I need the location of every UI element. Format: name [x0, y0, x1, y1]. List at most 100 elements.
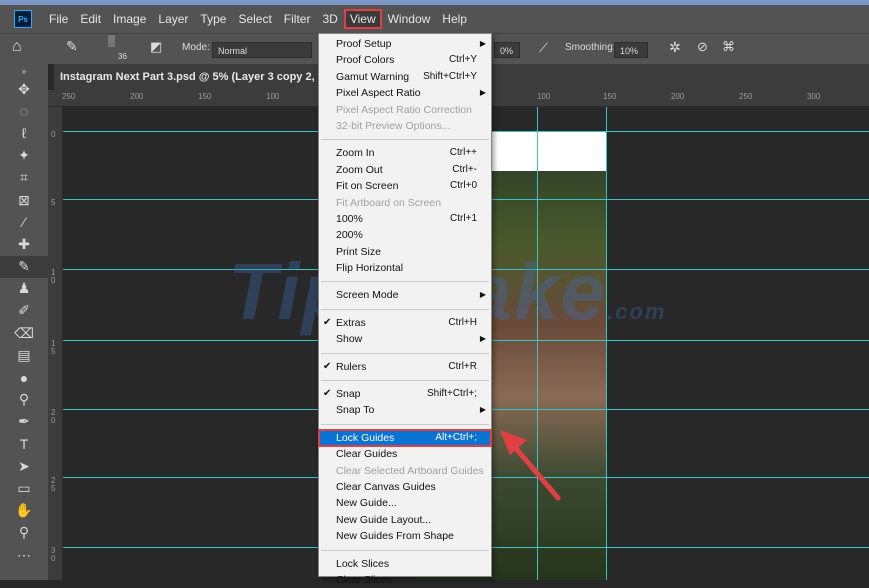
eyedropper-tool-icon[interactable]: ⁄: [0, 211, 48, 233]
pressure-opacity-icon[interactable]: ⟋: [539, 40, 548, 56]
menu-item-flip-horizontal[interactable]: Flip Horizontal: [319, 260, 491, 276]
menu-item-label: Clear Guides: [336, 448, 398, 461]
brush-preset-icon[interactable]: ▒: [108, 36, 115, 47]
submenu-arrow-icon: ▶: [479, 334, 486, 344]
menu-item-proof-setup[interactable]: Proof Setup ▶: [319, 36, 491, 52]
menu-filter[interactable]: Filter: [279, 10, 316, 28]
smoothing-label: Smoothing:: [565, 42, 616, 53]
crop-tool-icon[interactable]: ⌗: [0, 167, 48, 189]
menu-item-zoom-in[interactable]: Zoom In Ctrl++: [319, 145, 491, 161]
view-menu-dropdown: Proof Setup ▶ Proof Colors Ctrl+Y Gamut Warn…: [318, 33, 492, 586]
home-icon[interactable]: ⌂: [12, 38, 22, 56]
gear-icon[interactable]: ✲: [669, 39, 681, 56]
menu-item-rulers[interactable]: ✔ Rulers Ctrl+R: [319, 359, 491, 375]
ruler-tick-label: 200: [130, 92, 144, 101]
menu-file[interactable]: File: [44, 10, 73, 28]
menu-item-label: 200%: [336, 229, 363, 242]
menu-item-proof-colors[interactable]: Proof Colors Ctrl+Y: [319, 52, 491, 68]
mode-select[interactable]: Normal: [212, 42, 312, 58]
pen-tool-icon[interactable]: ✒: [0, 411, 48, 433]
collapse-panel-icon[interactable]: »: [0, 64, 48, 78]
path-selection-tool-icon[interactable]: ➤: [0, 455, 48, 477]
menu-separator: [321, 308, 489, 310]
rectangle-tool-icon[interactable]: ▭: [0, 477, 48, 499]
menu-3d[interactable]: 3D: [317, 10, 342, 28]
blur-tool-icon[interactable]: ●: [0, 366, 48, 388]
menu-items: File Edit Image Layer Type Select Filter 3D View…: [44, 9, 474, 29]
history-brush-tool-icon[interactable]: ✐: [0, 300, 48, 322]
menu-item-lock-slices[interactable]: Lock Slices: [319, 556, 491, 572]
airbrush-icon[interactable]: ⊘: [697, 39, 708, 55]
menu-item-new-guide[interactable]: New Guide...: [319, 495, 491, 511]
frame-tool-icon[interactable]: ⊠: [0, 189, 48, 211]
opacity-input[interactable]: 0%: [494, 42, 520, 58]
menu-view[interactable]: View: [343, 9, 382, 29]
vertical-guide[interactable]: [537, 107, 538, 580]
menu-item-label: Snap To: [336, 404, 375, 417]
menu-item-new-guide-layout[interactable]: New Guide Layout...: [319, 512, 491, 528]
menu-item-screen-mode[interactable]: Screen Mode ▶: [319, 287, 491, 303]
zoom-tool-icon[interactable]: ⚲: [0, 522, 48, 544]
symmetry-icon[interactable]: ⌘: [722, 39, 735, 55]
menu-item-100[interactable]: 100% Ctrl+1: [319, 211, 491, 227]
menu-select[interactable]: Select: [233, 10, 276, 28]
menu-image[interactable]: Image: [108, 10, 151, 28]
menu-item-label: Clear Canvas Guides: [336, 480, 436, 493]
ruler-tick-label: 5: [51, 198, 56, 207]
lasso-tool-icon[interactable]: ℓ: [0, 122, 48, 144]
menu-item-gamut-warning[interactable]: Gamut Warning Shift+Ctrl+Y: [319, 69, 491, 85]
submenu-arrow-icon: ▶: [479, 405, 486, 415]
white-layer: [476, 131, 606, 171]
submenu-arrow-icon: ▶: [479, 39, 486, 48]
hand-tool-icon[interactable]: ✋: [0, 500, 48, 522]
stamp-tool-icon[interactable]: ♟: [0, 278, 48, 300]
menu-edit[interactable]: Edit: [75, 10, 106, 28]
brush-tool-icon[interactable]: ✎: [66, 38, 78, 55]
brush-settings-icon[interactable]: ◩: [150, 39, 162, 55]
menu-item-label: Screen Mode: [336, 289, 399, 302]
gradient-tool-icon[interactable]: ▤: [0, 344, 48, 366]
menu-item-pixel-aspect-ratio[interactable]: Pixel Aspect Ratio ▶: [319, 85, 491, 101]
dodge-tool-icon[interactable]: ⚲: [0, 389, 48, 411]
menu-item-fit-artboard-on-screen: Fit Artboard on Screen: [319, 195, 491, 211]
ruler-tick-label: 3 0: [51, 546, 56, 563]
menu-item-clear-canvas-guides[interactable]: Clear Canvas Guides: [319, 479, 491, 495]
menu-item-shortcut: Ctrl+Y: [448, 54, 477, 66]
menu-layer[interactable]: Layer: [153, 10, 193, 28]
menu-item-fit-on-screen[interactable]: Fit on Screen Ctrl+0: [319, 178, 491, 194]
menu-item-zoom-out[interactable]: Zoom Out Ctrl+-: [319, 162, 491, 178]
marquee-tool-icon[interactable]: ◌: [0, 100, 48, 122]
type-tool-icon[interactable]: T: [0, 433, 48, 455]
menu-item-snap-to[interactable]: Snap To ▶: [319, 402, 491, 418]
ruler-tick-label: 300: [807, 92, 821, 101]
menu-item-200[interactable]: 200%: [319, 227, 491, 243]
menu-window[interactable]: Window: [383, 10, 436, 28]
menu-item-new-guides-from-shape[interactable]: New Guides From Shape: [319, 528, 491, 544]
menu-item-label: Pixel Aspect Ratio Correction: [336, 103, 472, 116]
menu-item-print-size[interactable]: Print Size: [319, 244, 491, 260]
menu-item-extras[interactable]: ✔ Extras Ctrl+H: [319, 315, 491, 331]
magic-wand-tool-icon[interactable]: ✦: [0, 145, 48, 167]
menu-separator: [321, 352, 489, 354]
move-tool-icon[interactable]: ✥: [0, 78, 48, 100]
menu-item-snap[interactable]: ✔ Snap Shift+Ctrl+;: [319, 386, 491, 402]
menu-item-label: Lock Guides: [336, 431, 395, 444]
menu-item-lock-guides[interactable]: Lock Guides Alt+Ctrl+;: [318, 428, 492, 448]
eraser-tool-icon[interactable]: ⌫: [0, 322, 48, 344]
menu-item-show[interactable]: Show ▶: [319, 331, 491, 347]
menu-separator: [321, 139, 489, 141]
menu-item-label: Extras: [336, 316, 366, 329]
menu-item-label: Gamut Warning: [336, 70, 410, 83]
ruler-tick-label: 0: [51, 130, 56, 139]
menu-item-shortcut: Shift+Ctrl+;: [426, 388, 477, 400]
menu-item-clear-guides[interactable]: Clear Guides: [319, 446, 491, 462]
healing-brush-tool-icon[interactable]: ✚: [0, 233, 48, 255]
brush-tool-icon[interactable]: ✎: [0, 255, 48, 278]
menu-item-label: 32-bit Preview Options...: [336, 119, 451, 132]
vertical-guide[interactable]: [606, 107, 607, 580]
menu-item-label: Pixel Aspect Ratio: [336, 87, 421, 100]
more-tools-icon[interactable]: ⋯: [0, 544, 48, 566]
menu-type[interactable]: Type: [195, 10, 231, 28]
menu-help[interactable]: Help: [437, 10, 472, 28]
smoothing-input[interactable]: 10%: [614, 42, 648, 58]
